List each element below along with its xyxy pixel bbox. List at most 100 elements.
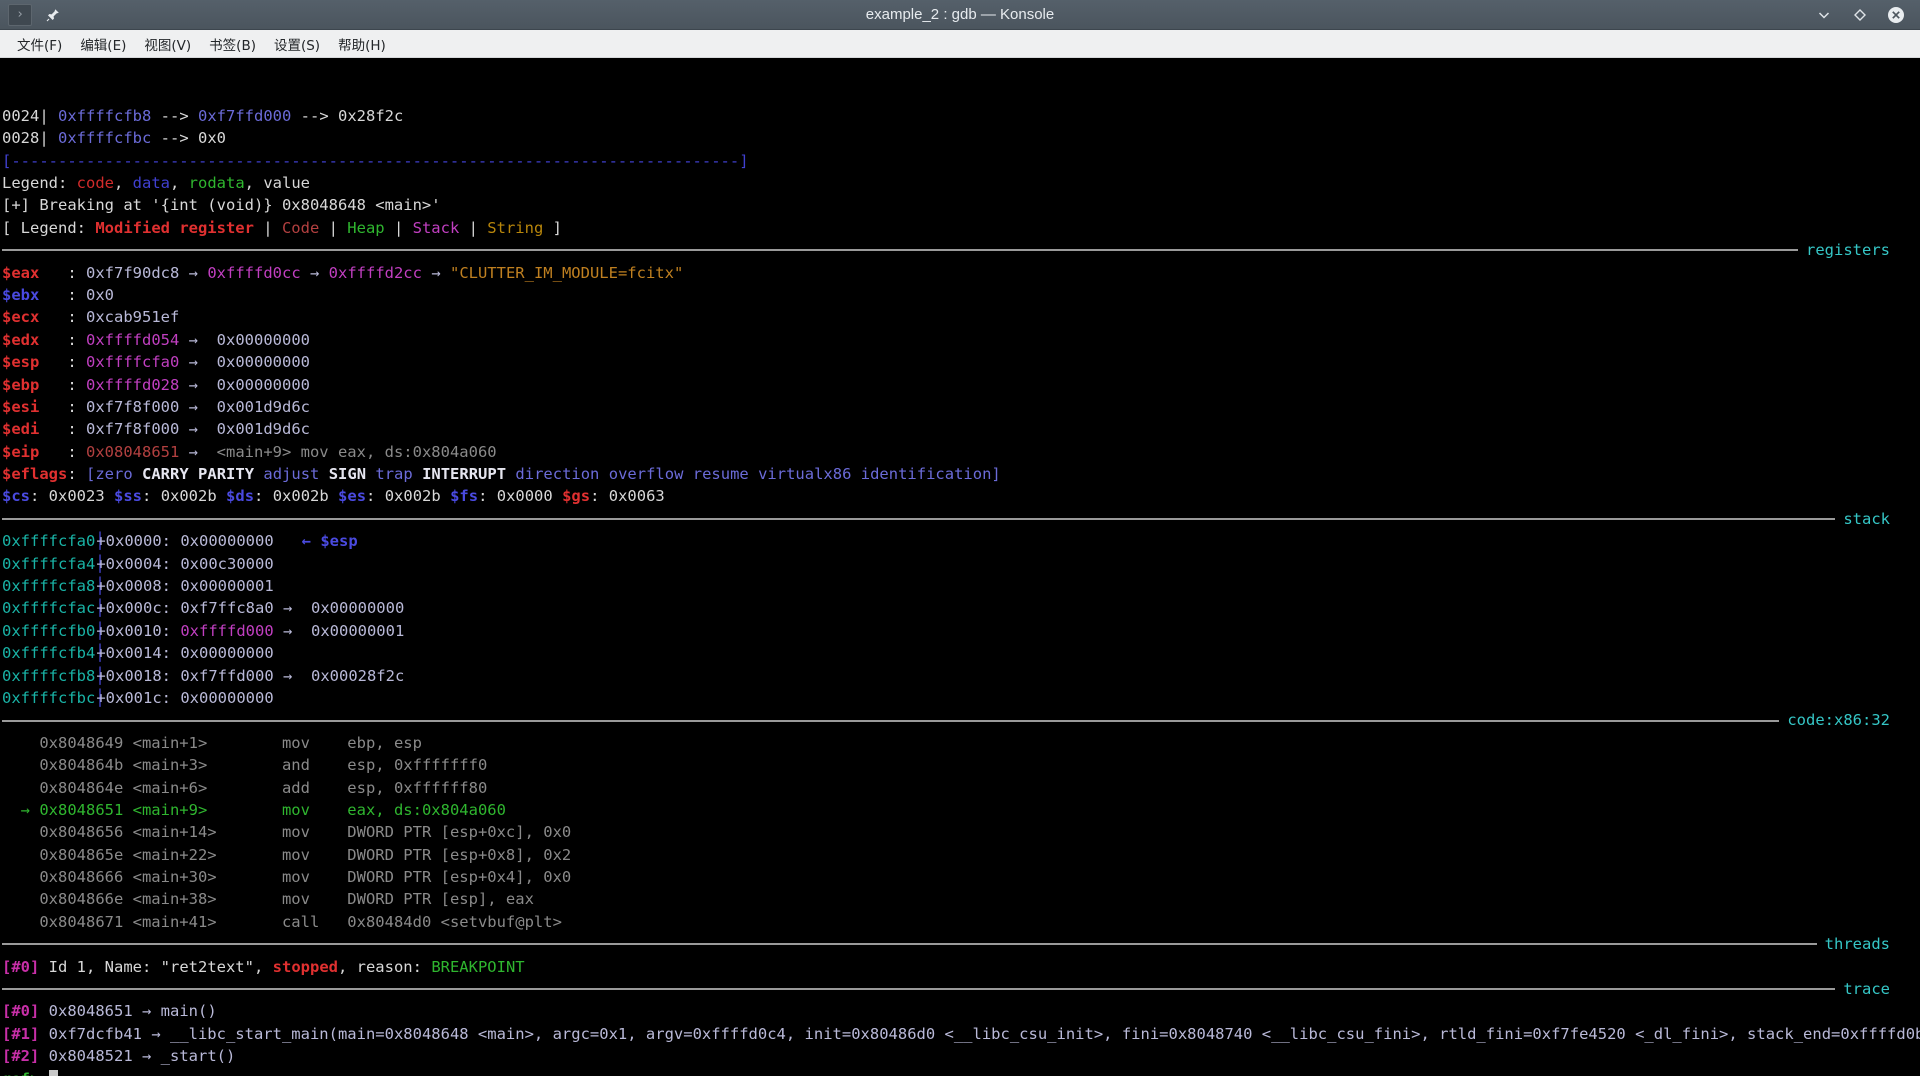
titlebar-left-buttons: › <box>0 3 64 26</box>
trace-row: [#2] 0x8048521 → _start() <box>2 1047 236 1066</box>
stack-address: 0xffffcfa8 <box>2 577 96 596</box>
stack-row: 0xffffcfb8│+0x0018: 0xf7ffd000 → 0x00028… <box>2 665 1920 687</box>
title-bar: › example_2 : gdb — Konsole <box>0 0 1920 30</box>
code-operands: ebp, esp <box>347 733 422 752</box>
code-mnemonic: mov <box>281 890 348 909</box>
code-operands: DWORD PTR [esp+0x4], 0x0 <box>347 868 572 887</box>
menu-bookmarks[interactable]: 书签(B) <box>200 31 265 57</box>
thread-name: "ret2text" <box>160 957 254 976</box>
code-row: 0x804864b <main+3> and esp, 0xfffffff0 <box>2 754 1920 776</box>
menu-settings[interactable]: 设置(S) <box>265 31 329 57</box>
register-row: $ecx : 0xcab951ef <box>2 308 180 327</box>
section-code: code:x86:32 <box>2 709 1920 731</box>
code-address: 0x804864b <main+3> <box>39 756 282 775</box>
code-marker <box>2 823 39 841</box>
register-row: $esi : 0xf7f8f000 → 0x001d9d6c <box>2 397 310 416</box>
diamond-icon <box>1854 8 1866 21</box>
code-operands: DWORD PTR [esp+0x8], 0x2 <box>347 845 572 864</box>
section-stack-label: stack <box>1843 509 1890 528</box>
code-row: 0x8048649 <main+1> mov ebp, esp <box>2 732 1920 754</box>
code-operands: esp, 0xfffffff0 <box>347 756 488 775</box>
stack-pointer-marker: ← $esp <box>301 532 358 551</box>
code-operands: eax, ds:0x804a060 <box>347 800 506 819</box>
code-marker <box>2 779 39 797</box>
window-controls <box>1814 5 1920 25</box>
code-marker <box>2 756 39 774</box>
code-row: 0x8048671 <main+41> call 0x80484d0 <setv… <box>2 911 1920 933</box>
eflags-row: $eflags: [zero CARRY PARITY adjust SIGN … <box>2 465 1001 484</box>
maximize-button[interactable] <box>1850 5 1870 25</box>
code-mnemonic: mov <box>281 845 348 864</box>
gef-prompt: gef➤ <box>2 1070 49 1076</box>
register-name: $esi <box>2 397 40 416</box>
register-name: $eax <box>2 263 40 282</box>
code-mnemonic: mov <box>281 733 348 752</box>
stack-row: 0xffffcfb4│+0x0014: 0x00000000 <box>2 642 1920 664</box>
section-threads: threads <box>2 933 1920 955</box>
menu-view[interactable]: 视图(V) <box>135 31 200 57</box>
code-operands: DWORD PTR [esp+0xc], 0x0 <box>347 823 572 842</box>
register-row: $ebp : 0xffffd028 → 0x00000000 <box>2 375 310 394</box>
stack-address: 0xffffcfa4 <box>2 554 96 573</box>
register-name: $eip <box>2 442 40 461</box>
code-address: 0x8048649 <main+1> <box>39 733 282 752</box>
code-mnemonic: mov <box>281 868 348 887</box>
code-operands: DWORD PTR [esp], eax <box>347 890 534 909</box>
segment-registers-row: $cs: 0x0023 $ss: 0x002b $ds: 0x002b $es:… <box>2 487 665 506</box>
stack-row: 0xffffcfa0│+0x0000: 0x00000000 ← $esp <box>2 530 1920 552</box>
section-registers: registers <box>2 239 1920 261</box>
close-button[interactable] <box>1886 5 1906 25</box>
register-row: $esp : 0xffffcfa0 → 0x00000000 <box>2 353 310 372</box>
thread-reason: BREAKPOINT <box>431 957 525 976</box>
code-address: 0x804865e <main+22> <box>39 845 282 864</box>
code-marker <box>2 846 39 864</box>
trace-row: [#1] 0xf7dcfb41 → __libc_start_main(main… <box>2 1024 1920 1043</box>
peda-divider: [---------------------------------------… <box>2 151 749 170</box>
register-name: $ecx <box>2 308 40 327</box>
konsole-window: › example_2 : gdb — Konsole 文件(F) 编辑(E) … <box>0 0 1920 1076</box>
code-address: 0x8048666 <main+30> <box>39 868 282 887</box>
register-row: $edi : 0xf7f8f000 → 0x001d9d6c <box>2 420 310 439</box>
window-title: example_2 : gdb — Konsole <box>865 6 1055 23</box>
menu-help[interactable]: 帮助(H) <box>329 31 395 57</box>
code-operands: esp, 0xffffff80 <box>347 778 488 797</box>
code-address: 0x804864e <main+6> <box>39 778 282 797</box>
pin-button[interactable] <box>42 5 64 25</box>
section-stack: stack <box>2 508 1920 530</box>
section-code-label: code:x86:32 <box>1787 711 1890 730</box>
menu-edit[interactable]: 编辑(E) <box>71 31 135 57</box>
stack-address: 0xffffcfbc <box>2 688 96 707</box>
breaking-message: [+] Breaking at '{int (void)} 0x8048648 … <box>2 196 441 215</box>
code-mnemonic: call <box>281 912 348 931</box>
trace-row: [#0] 0x8048651 → main() <box>2 1002 217 1021</box>
register-row: $ebx : 0x0 <box>2 285 114 304</box>
section-threads-label: threads <box>1824 935 1890 954</box>
pin-icon <box>46 8 59 21</box>
code-row: 0x804865e <main+22> mov DWORD PTR [esp+0… <box>2 844 1920 866</box>
terminal-cursor[interactable] <box>48 1069 58 1076</box>
register-row: $edx : 0xffffd054 → 0x00000000 <box>2 330 310 349</box>
code-address: 0x8048651 <main+9> <box>39 800 282 819</box>
menu-file[interactable]: 文件(F) <box>8 31 71 57</box>
code-address: 0x8048656 <main+14> <box>39 823 282 842</box>
scrollback-line-1: 0024| 0xffffcfb8 --> 0xf7ffd000 --> 0x28… <box>2 106 404 125</box>
register-name: $edi <box>2 420 40 439</box>
code-row: 0x804866e <main+38> mov DWORD PTR [esp],… <box>2 888 1920 910</box>
register-name: $edx <box>2 330 40 349</box>
stack-row: 0xffffcfac│+0x000c: 0xf7ffc8a0 → 0x00000… <box>2 597 1920 619</box>
expand-button[interactable]: › <box>8 3 32 26</box>
thread-row: [#0] Id 1, Name: "ret2text", stopped, re… <box>2 957 525 976</box>
trace-frame-tag: [#2] <box>2 1047 40 1066</box>
eflags-label: $eflags <box>2 465 68 484</box>
register-name: $ebx <box>2 285 40 304</box>
code-marker <box>2 734 39 752</box>
code-mnemonic: add <box>281 778 348 797</box>
minimize-button[interactable] <box>1814 5 1834 25</box>
code-mnemonic: and <box>281 756 348 775</box>
register-name: $ebp <box>2 375 40 394</box>
code-row: 0x8048666 <main+30> mov DWORD PTR [esp+0… <box>2 866 1920 888</box>
terminal-output[interactable]: 0024| 0xffffcfb8 --> 0xf7ffd000 --> 0x28… <box>0 58 1920 1076</box>
trace-frame-tag: [#1] <box>2 1024 40 1043</box>
code-marker <box>2 913 39 931</box>
chevron-down-icon <box>1818 11 1830 19</box>
